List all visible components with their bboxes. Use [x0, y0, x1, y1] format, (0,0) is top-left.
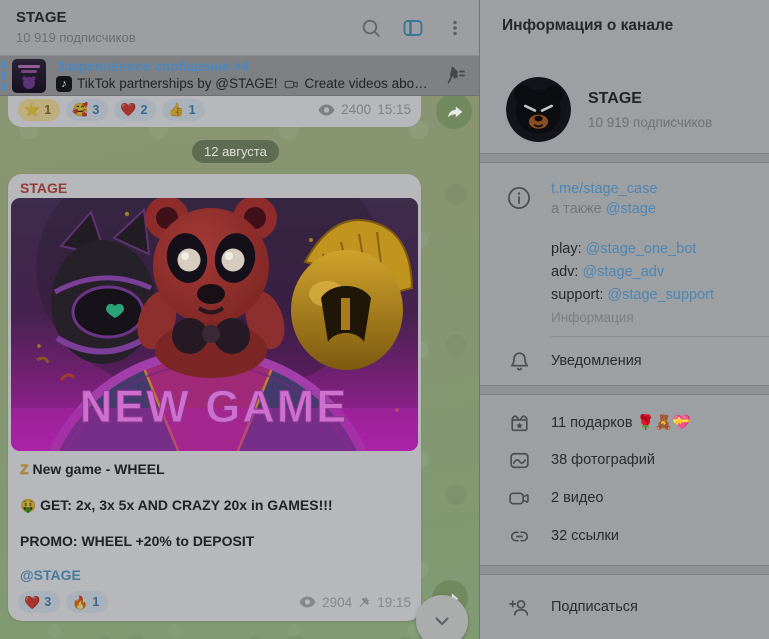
- support-link[interactable]: @stage_support: [607, 287, 714, 303]
- bell-icon: [506, 349, 532, 374]
- post-views: 2904: [322, 594, 353, 610]
- post-mention-link[interactable]: @STAGE: [20, 566, 409, 584]
- reaction-fire[interactable]: 🔥 1: [66, 591, 109, 613]
- money-face-emoji: 🤑: [20, 498, 37, 513]
- post-author[interactable]: STAGE: [8, 174, 421, 198]
- reaction-heart[interactable]: ❤️ 2: [114, 98, 157, 121]
- photos-row[interactable]: 38 фотографий: [480, 441, 769, 479]
- videos-row[interactable]: 2 видео: [480, 479, 769, 517]
- heart-reaction-icon: ❤️: [120, 102, 137, 117]
- reaction-thumbsup[interactable]: 👍 1: [162, 98, 205, 121]
- notifications-row[interactable]: Уведомления: [480, 337, 769, 385]
- subscribe-label: Подписаться: [551, 599, 638, 615]
- post-line-2: 🤑 GET: 2x, 3x 5x AND CRAZY 20x in GAMES!…: [20, 497, 333, 513]
- thumbsup-reaction-icon: 👍: [168, 102, 185, 117]
- section-gap: [480, 153, 769, 163]
- section-gap: [480, 385, 769, 395]
- share-arrow-icon: [447, 105, 462, 117]
- message-1-time: 15:15: [377, 102, 411, 117]
- post-line-3: PROMO: WHEEL +20% to DEPOSIT: [20, 533, 255, 549]
- hero-caption: NEW GAME: [80, 381, 349, 432]
- gifts-row[interactable]: 11 подарков 🌹🧸💝: [480, 403, 769, 441]
- photos-label: 38 фотографий: [551, 452, 655, 468]
- heart-reaction-icon: ❤️: [24, 594, 41, 610]
- photo-icon: [506, 448, 532, 473]
- reaction-hearteyes[interactable]: 🥰 3: [66, 98, 109, 121]
- gifts-label: 11 подарков 🌹🧸💝: [551, 414, 691, 431]
- panel-title: Информация о канале: [502, 17, 674, 34]
- links-row[interactable]: 32 ссылки: [480, 517, 769, 555]
- play-bot-link[interactable]: @stage_one_bot: [586, 241, 697, 257]
- channel-description: play: @stage_one_bot adv: @stage_adv sup…: [551, 241, 715, 303]
- pinned-message-bar[interactable]: Закреплённое сообщение #4 ♪ TikTok partn…: [0, 56, 479, 96]
- pinned-indicator: [2, 59, 5, 92]
- notifications-label: Уведомления: [551, 353, 642, 369]
- pinned-texts: Закреплённое сообщение #4 ♪ TikTok partn…: [56, 58, 428, 93]
- pinned-text-2: Create videos abo…: [304, 76, 428, 91]
- pinned-list-icon[interactable]: [443, 64, 467, 88]
- views-eye-icon: [318, 104, 335, 115]
- channel-profile: STAGE 10 919 подписчиков: [506, 77, 769, 142]
- header-icons: [359, 0, 467, 56]
- smiling-hearts-reaction-icon: 🥰: [72, 102, 89, 117]
- star-reaction-icon: ⭐: [24, 102, 41, 117]
- links-label: 32 ссылки: [551, 528, 619, 544]
- videos-label: 2 видео: [551, 490, 604, 506]
- post-line-1: Z New game - WHEEL: [20, 461, 165, 477]
- post-meta: 2904 19:15: [299, 595, 411, 610]
- pinned-thumbnail: [12, 58, 46, 93]
- pinned-text: TikTok partnerships by @STAGE!: [77, 76, 278, 91]
- scroll-to-bottom-button[interactable]: [416, 595, 468, 639]
- chevron-down-icon: [435, 617, 449, 626]
- message-1-bubble-tail: ⭐ 1 🥰 3 ❤️ 2 👍 1 2400 15:15: [8, 96, 421, 127]
- search-icon[interactable]: [359, 16, 383, 40]
- views-eye-icon: [299, 596, 316, 608]
- fire-reaction-icon: 🔥: [72, 594, 89, 610]
- reaction-heart[interactable]: ❤️ 3: [18, 591, 61, 613]
- video-icon: [506, 486, 532, 511]
- tiktok-icon: ♪: [56, 76, 72, 92]
- channel-avatar[interactable]: [506, 77, 571, 142]
- channel-post-bubble: STAGE NEW GAME Z New game - WHEEL 🤑 GET:…: [8, 174, 421, 621]
- video-camera-icon: [284, 80, 298, 88]
- message-1-views: 2400: [341, 102, 372, 117]
- adv-link[interactable]: @stage_adv: [582, 264, 664, 280]
- channel-link[interactable]: t.me/stage_case: [551, 181, 757, 197]
- reaction-star[interactable]: ⭐ 1: [18, 98, 61, 121]
- date-divider[interactable]: 12 августа: [192, 140, 279, 163]
- gift-icon: [506, 410, 532, 435]
- chat-pane: STAGE 10 919 подписчиков Закреплённое со…: [0, 0, 479, 639]
- post-text: Z New game - WHEEL 🤑 GET: 2x, 3x 5x AND …: [8, 451, 421, 584]
- pinned-title: Закреплённое сообщение #4: [56, 59, 249, 74]
- menu-kebab-icon[interactable]: [443, 16, 467, 40]
- alias-link[interactable]: @stage: [606, 201, 656, 217]
- subscribe-row[interactable]: Подписаться: [480, 583, 769, 631]
- channel-subscribers: 10 919 подписчиков: [588, 114, 713, 130]
- panel-toggle-icon[interactable]: [401, 16, 425, 40]
- post-image[interactable]: NEW GAME: [11, 198, 418, 451]
- pinned-pin-icon: [359, 597, 370, 607]
- post-time: 19:15: [377, 594, 411, 610]
- gold-z-custom-emoji: Z: [20, 461, 29, 477]
- info-icon: [506, 185, 532, 211]
- telegram-app: STAGE 10 919 подписчиков Закреплённое со…: [0, 0, 769, 639]
- chat-header: STAGE 10 919 подписчиков: [0, 0, 479, 56]
- section-gap: [480, 565, 769, 575]
- info-section: t.me/stage_case а также @stage play: @st…: [480, 163, 769, 337]
- channel-alias: а также @stage: [551, 201, 656, 217]
- post-footer: ❤️ 3 🔥 1 2904 19:15: [8, 584, 421, 621]
- add-person-icon: [506, 595, 532, 620]
- media-section: 11 подарков 🌹🧸💝 38 фотографий 2 видео 32…: [480, 395, 769, 565]
- channel-name: STAGE: [588, 89, 642, 107]
- channel-info-panel: Информация о канале STAGE 10 919 подписч…: [479, 0, 769, 639]
- info-caption: Информация: [551, 310, 634, 325]
- message-1-meta: 2400 15:15: [318, 102, 411, 117]
- link-icon: [506, 524, 532, 549]
- share-button-message-1[interactable]: [436, 93, 472, 129]
